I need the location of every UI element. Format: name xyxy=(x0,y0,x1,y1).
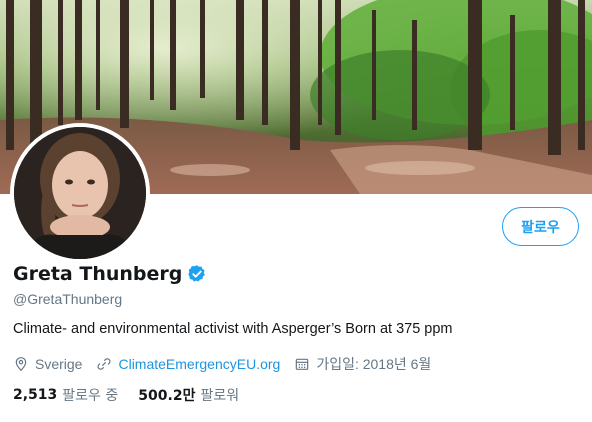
joined-text: 가입일: 2018년 6월 xyxy=(316,356,432,372)
followers-stat[interactable]: 500.2만 팔로워 xyxy=(138,385,239,405)
followers-label: 팔로워 xyxy=(200,388,240,404)
website-link[interactable]: ClimateEmergencyEU.org xyxy=(118,356,280,372)
avatar-image xyxy=(14,127,146,259)
location-pin-icon xyxy=(15,357,27,372)
link-icon xyxy=(97,358,111,370)
location-item: Sverige xyxy=(13,356,82,372)
following-count: 2,513 xyxy=(13,387,58,403)
verified-badge-icon[interactable] xyxy=(187,264,207,284)
calendar-icon xyxy=(296,358,309,370)
website-item: ClimateEmergencyEU.org xyxy=(96,356,280,372)
following-label: 팔로우 중 xyxy=(62,388,119,404)
location-text: Sverige xyxy=(35,356,83,372)
profile-stats: 2,513 팔로우 중 500.2만 팔로워 xyxy=(13,385,259,405)
profile-handle: @GretaThunberg xyxy=(13,291,123,307)
profile-bio: Climate- and environmental activist with… xyxy=(13,321,453,337)
profile-meta: Sverige ClimateEmergencyEU.org 가입일: 2018… xyxy=(13,354,445,374)
joined-item: 가입일: 2018년 6월 xyxy=(294,354,431,374)
avatar[interactable] xyxy=(10,123,150,263)
following-stat[interactable]: 2,513 팔로우 중 xyxy=(13,385,118,405)
follow-button[interactable]: 팔로우 xyxy=(502,207,579,246)
profile-name[interactable]: Greta Thunberg xyxy=(13,263,182,285)
profile-name-row: Greta Thunberg xyxy=(13,263,207,285)
followers-count: 500.2만 xyxy=(138,388,196,404)
